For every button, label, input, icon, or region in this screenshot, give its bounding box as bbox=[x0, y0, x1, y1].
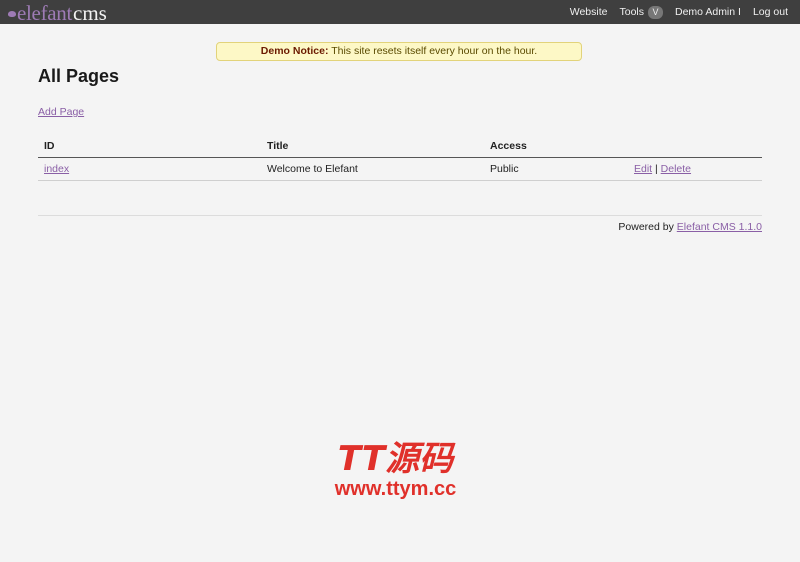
delete-link[interactable]: Delete bbox=[661, 163, 691, 175]
action-separator: | bbox=[655, 163, 658, 175]
nav-tools-label: Tools bbox=[619, 6, 644, 18]
top-nav: Website Tools V Demo Admin I Log out bbox=[558, 5, 800, 19]
column-header-title: Title bbox=[261, 136, 484, 158]
elephant-icon bbox=[8, 11, 16, 17]
cell-access: Public bbox=[484, 157, 628, 181]
nav-user-link[interactable]: Demo Admin I bbox=[675, 6, 741, 18]
nav-website-link[interactable]: Website bbox=[570, 6, 608, 18]
top-bar: elefant cms Website Tools V Demo Admin I… bbox=[0, 0, 800, 24]
table-row: index Welcome to Elefant Public Edit | D… bbox=[38, 157, 762, 181]
nav-tools-menu[interactable]: Tools V bbox=[619, 5, 663, 19]
watermark-url: www.ttym.cc bbox=[334, 478, 457, 500]
footer: Powered by Elefant CMS 1.1.0 bbox=[618, 221, 762, 233]
notice-text: This site resets itself every hour on th… bbox=[331, 45, 538, 57]
chevron-down-icon[interactable]: V bbox=[648, 5, 663, 19]
pages-table: ID Title Access index Welcome to Elefant… bbox=[38, 136, 762, 181]
add-page-link[interactable]: Add Page bbox=[38, 106, 84, 118]
logo[interactable]: elefant cms bbox=[0, 0, 107, 24]
demo-notice: Demo Notice: This site resets itself eve… bbox=[216, 42, 582, 61]
nav-logout-link[interactable]: Log out bbox=[753, 6, 788, 18]
column-header-id: ID bbox=[38, 136, 261, 158]
column-header-actions bbox=[628, 136, 762, 158]
footer-prefix: Powered by bbox=[618, 221, 674, 233]
footer-divider bbox=[38, 215, 762, 216]
page-title: All Pages bbox=[38, 66, 120, 86]
watermark-title: TT源码 bbox=[337, 439, 454, 479]
logo-text-cms: cms bbox=[73, 1, 107, 25]
cell-id: index bbox=[38, 157, 261, 181]
logo-text-elefant: elefant bbox=[17, 1, 73, 25]
column-header-access: Access bbox=[484, 136, 628, 158]
cell-actions: Edit | Delete bbox=[628, 157, 762, 181]
footer-cms-link[interactable]: Elefant CMS 1.1.0 bbox=[677, 221, 762, 233]
watermark: TT源码 www.ttym.cc bbox=[323, 441, 468, 501]
page-id-link[interactable]: index bbox=[44, 163, 69, 175]
cell-title: Welcome to Elefant bbox=[261, 157, 484, 181]
notice-label: Demo Notice: bbox=[260, 45, 329, 57]
table-header-row: ID Title Access bbox=[38, 136, 762, 158]
edit-link[interactable]: Edit bbox=[634, 163, 652, 175]
